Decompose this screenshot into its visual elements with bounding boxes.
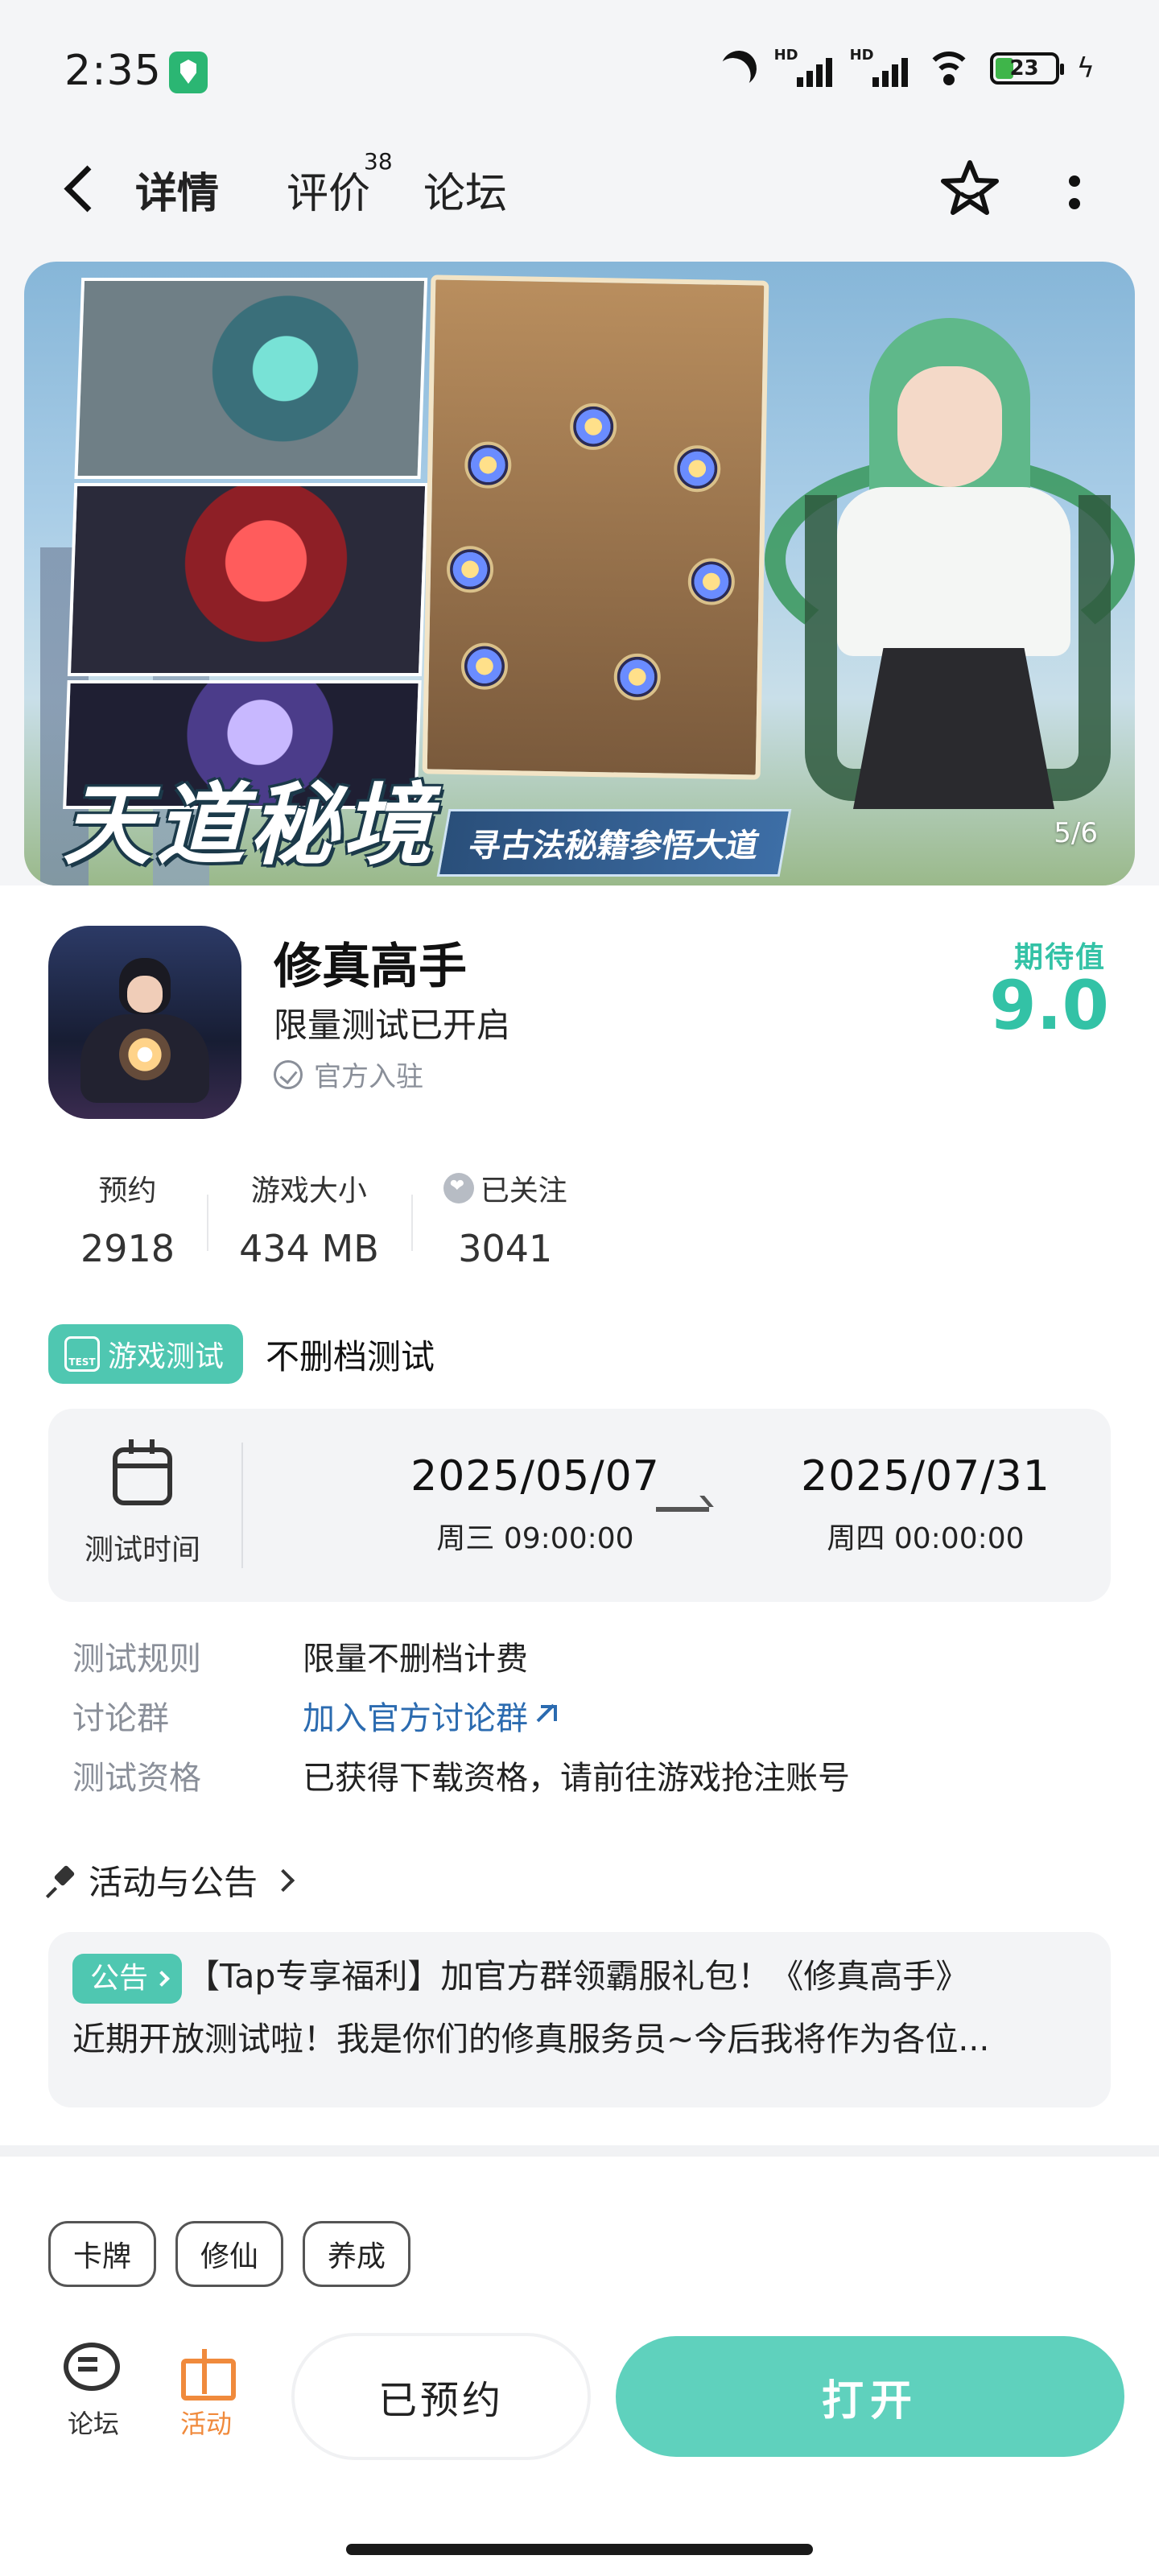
app-tagline: 限量测试已开启 xyxy=(274,1005,511,1045)
pin-icon xyxy=(48,1867,76,1894)
test-type-row: TEST 游戏测试 不删档测试 xyxy=(48,1324,435,1384)
stat-value: 434 MB xyxy=(239,1227,379,1270)
tab-details[interactable]: 详情 xyxy=(131,159,223,220)
open-game-button[interactable]: 打开 xyxy=(616,2336,1124,2457)
activities-header[interactable]: 活动与公告 xyxy=(48,1856,295,1905)
bottom-action-bar: 论坛 活动 已预约 打开 xyxy=(0,2318,1159,2479)
chevron-right-icon xyxy=(154,1971,170,1987)
signal-hd-icon-2: HD xyxy=(850,47,908,87)
favorite-star-icon[interactable] xyxy=(938,156,1002,221)
chevron-right-icon xyxy=(271,1868,295,1892)
expectation-score: 9.0 xyxy=(989,966,1109,1045)
verified-check-icon xyxy=(274,1059,303,1089)
test-time-label: 测试时间 xyxy=(85,1534,201,1567)
test-schedule-card: 测试时间 2025/05/07 周三 09:00:00 2025/07/31 周… xyxy=(48,1409,1111,1602)
start-date: 2025/05/07 xyxy=(410,1452,660,1501)
calendar-icon xyxy=(113,1439,172,1505)
stat-value: 3041 xyxy=(458,1227,553,1270)
info-row-group: 讨论群 加入官方讨论群 xyxy=(72,1686,850,1745)
tag-item[interactable]: 养成 xyxy=(303,2221,411,2287)
info-row-rules: 测试规则 限量不删档计费 xyxy=(72,1626,850,1686)
tag-item[interactable]: 修仙 xyxy=(175,2221,284,2287)
battery-icon: 23 xyxy=(989,52,1064,85)
app-info-section: 修真高手 限量测试已开启 官方入驻 期待值 9.0 预约 2918 游戏大小 4… xyxy=(0,886,1159,2145)
status-time: 2:35 xyxy=(64,47,162,95)
forum-label: 论坛 xyxy=(67,2409,119,2439)
activity-label: 活动 xyxy=(179,2409,232,2439)
more-options-icon[interactable] xyxy=(1054,164,1095,221)
status-icons: HD HD 23 ϟ xyxy=(721,47,1095,87)
info-key: 讨论群 xyxy=(72,1700,169,1737)
banner-title: 天道秘境 xyxy=(63,774,436,877)
tab-forum[interactable]: 论坛 xyxy=(423,159,507,220)
signal-hd-icon: HD xyxy=(774,47,832,87)
forum-chat-icon xyxy=(64,2343,123,2396)
info-key: 测试规则 xyxy=(72,1641,201,1678)
join-group-label: 加入官方讨论群 xyxy=(303,1700,528,1737)
announcement-text-2: 近期开放测试啦！我是你们的修真服务员~今后我将作为各位... xyxy=(72,2020,990,2058)
security-shield-icon xyxy=(169,52,208,93)
section-separator xyxy=(0,2145,1159,2157)
test-type-label: 不删档测试 xyxy=(266,1336,435,1377)
top-nav: 详情 评价 38 论坛 xyxy=(0,145,1159,250)
activities-title: 活动与公告 xyxy=(89,1863,258,1902)
notice-badge[interactable]: 公告 xyxy=(72,1954,183,2004)
info-key: 测试资格 xyxy=(72,1760,201,1797)
start-detail: 周三 09:00:00 xyxy=(436,1522,634,1555)
test-start: 2025/05/07 周三 09:00:00 xyxy=(366,1452,704,1557)
official-verified: 官方入驻 xyxy=(274,1055,423,1094)
game-test-badge: TEST 游戏测试 xyxy=(48,1324,244,1384)
gift-icon xyxy=(179,2343,236,2401)
divider xyxy=(241,1443,243,1568)
arrow-right-icon xyxy=(656,1507,709,1512)
announcement-text-1: 【Tap专享福利】加官方群领霸服礼包！《修真高手》 xyxy=(187,1957,969,1996)
battery-level: 23 xyxy=(1009,56,1039,80)
back-icon[interactable] xyxy=(56,164,105,213)
app-name: 修真高手 xyxy=(274,939,467,995)
app-icon xyxy=(48,926,241,1119)
stat-label: 预约 xyxy=(98,1174,157,1208)
hero-banner[interactable]: 天道秘境 寻古法秘籍参悟大道 5/6 xyxy=(24,262,1135,886)
forum-nav-button[interactable]: 论坛 xyxy=(45,2343,142,2441)
app-stats: 预约 2918 游戏大小 434 MB 已关注 3041 xyxy=(48,1167,600,1280)
reserved-button[interactable]: 已预约 xyxy=(295,2336,588,2457)
info-value: 限量不删档计费 xyxy=(303,1641,528,1678)
status-bar: 2:35 HD HD 23 ϟ xyxy=(0,0,1159,145)
announcement-line-1: 公告 【Tap专享福利】加官方群领霸服礼包！《修真高手》 xyxy=(72,1943,1087,2009)
stat-label: 游戏大小 xyxy=(250,1174,367,1208)
announcement-card[interactable]: 公告 【Tap专享福利】加官方群领霸服礼包！《修真高手》 近期开放测试啦！我是你… xyxy=(48,1932,1111,2107)
wifi-icon xyxy=(925,50,972,87)
end-detail: 周四 00:00:00 xyxy=(827,1522,1025,1555)
tag-item[interactable]: 卡牌 xyxy=(48,2221,157,2287)
external-link-icon xyxy=(536,1705,557,1726)
banner-scene-panels xyxy=(63,278,443,809)
tab-reviews[interactable]: 评价 xyxy=(287,159,370,220)
stat-value: 2918 xyxy=(80,1227,175,1270)
stat-label: 已关注 xyxy=(480,1174,567,1208)
banner-subtitle: 寻古法秘籍参悟大道 xyxy=(436,809,792,877)
official-label: 官方入驻 xyxy=(314,1061,423,1093)
test-end: 2025/07/31 周四 00:00:00 xyxy=(757,1452,1095,1557)
banner-character xyxy=(716,310,1135,886)
stat-following[interactable]: 已关注 3041 xyxy=(410,1167,600,1280)
review-count-badge: 38 xyxy=(364,148,393,175)
app-detail-page: 2:35 HD HD 23 ϟ 详情 评价 38 论坛 天道秘境 寻古法秘籍参悟… xyxy=(0,0,1159,2576)
charging-bolt-icon: ϟ xyxy=(1076,52,1095,85)
stat-size: 游戏大小 434 MB xyxy=(207,1167,411,1280)
join-group-link[interactable]: 加入官方讨论群 xyxy=(303,1692,557,1739)
test-icon: TEST xyxy=(64,1336,100,1372)
info-row-qualification: 测试资格 已获得下载资格，请前往游戏抢注账号 xyxy=(72,1745,850,1805)
test-badge-label: 游戏测试 xyxy=(108,1340,225,1373)
test-info-list: 测试规则 限量不删档计费 讨论群 加入官方讨论群 测试资格 已获得下载资格，请前… xyxy=(72,1626,850,1805)
heart-icon xyxy=(443,1173,474,1203)
banner-page-counter: 5/6 xyxy=(1054,817,1098,849)
info-value: 已获得下载资格，请前往游戏抢注账号 xyxy=(303,1760,850,1797)
notice-badge-label: 公告 xyxy=(90,1962,149,1995)
stat-reservations: 预约 2918 xyxy=(48,1167,207,1280)
do-not-disturb-icon xyxy=(716,46,761,91)
end-date: 2025/07/31 xyxy=(801,1452,1050,1501)
home-indicator[interactable] xyxy=(346,2544,813,2555)
activity-nav-button[interactable]: 活动 xyxy=(158,2343,254,2441)
tag-list: 卡牌 修仙 养成 xyxy=(48,2221,411,2287)
